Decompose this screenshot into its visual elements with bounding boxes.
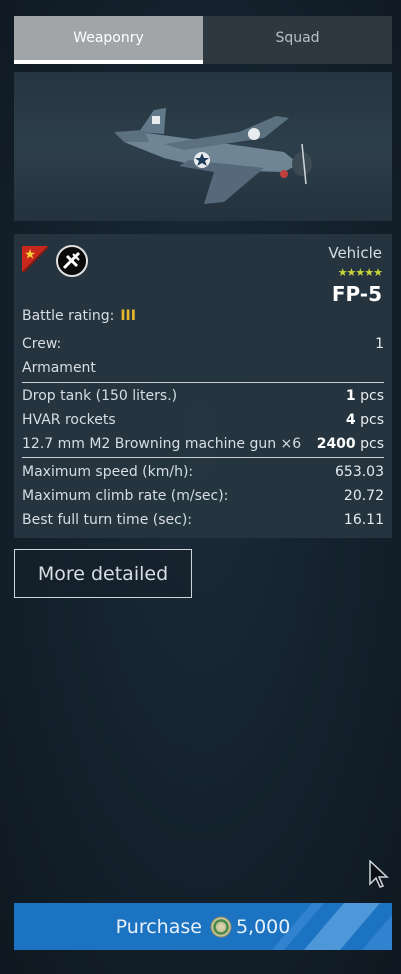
battle-rating-row: Battle rating: III (22, 308, 384, 324)
armament-name: HVAR rockets (22, 412, 116, 428)
armament-row: Drop tank (150 liters.) 1 pcs (22, 388, 384, 404)
tab-squad[interactable]: Squad (203, 16, 392, 64)
battle-rating-label: Battle rating: (22, 308, 115, 324)
purchase-price: 5,000 (235, 915, 291, 938)
tab-bar: Weaponry Squad (14, 16, 392, 64)
armament-header: Armament (22, 360, 384, 376)
armament-count: 1 (345, 388, 356, 404)
armament-row: HVAR rockets 4 pcs (22, 412, 384, 428)
turn-time-label: Best full turn time (sec): (22, 512, 193, 528)
performance-row: Best full turn time (sec): 16.11 (22, 512, 384, 528)
divider (22, 457, 384, 458)
armament-unit: pcs (355, 436, 384, 452)
crew-label: Crew: (22, 336, 62, 352)
armament-count: 2400 (316, 436, 356, 452)
performance-row: Maximum speed (km/h): 653.03 (22, 464, 384, 480)
armament-row: 12.7 mm M2 Browning machine gun ×6 2400 … (22, 436, 384, 452)
china-flag-icon (22, 246, 48, 272)
rank-stars: ★★★★★ (337, 266, 383, 279)
divider (22, 382, 384, 383)
crew-value: 1 (375, 336, 384, 352)
armament-name: Drop tank (150 liters.) (22, 388, 178, 404)
vehicle-type-label: Vehicle (328, 244, 382, 262)
vehicle-preview-image (14, 72, 392, 221)
climb-rate-label: Maximum climb rate (m/sec): (22, 488, 229, 504)
climb-rate-value: 20.72 (343, 488, 384, 504)
turn-time-value: 16.11 (343, 512, 384, 528)
vehicle-info-card: Vehicle ★★★★★ FP-5 Battle rating: III Cr… (14, 234, 392, 538)
vehicle-name: FP-5 (331, 282, 382, 306)
purchase-button[interactable]: Purchase 5,000 (14, 903, 392, 950)
armament-label: Armament (22, 360, 96, 376)
tab-weaponry[interactable]: Weaponry (14, 16, 203, 64)
fighter-icon (56, 245, 88, 277)
armament-count: 4 (345, 412, 356, 428)
performance-row: Maximum climb rate (m/sec): 20.72 (22, 488, 384, 504)
battle-rating-value: III (120, 308, 136, 324)
mouse-cursor-icon (369, 859, 389, 892)
purchase-label: Purchase (115, 915, 202, 938)
max-speed-value: 653.03 (335, 464, 384, 480)
armament-unit: pcs (355, 388, 384, 404)
armament-name: 12.7 mm M2 Browning machine gun ×6 (22, 436, 302, 452)
crew-row: Crew: 1 (22, 336, 384, 352)
golden-eagle-coin-icon (210, 916, 232, 937)
more-detailed-button[interactable]: More detailed (14, 549, 192, 598)
armament-unit: pcs (355, 412, 384, 428)
max-speed-label: Maximum speed (km/h): (22, 464, 194, 480)
